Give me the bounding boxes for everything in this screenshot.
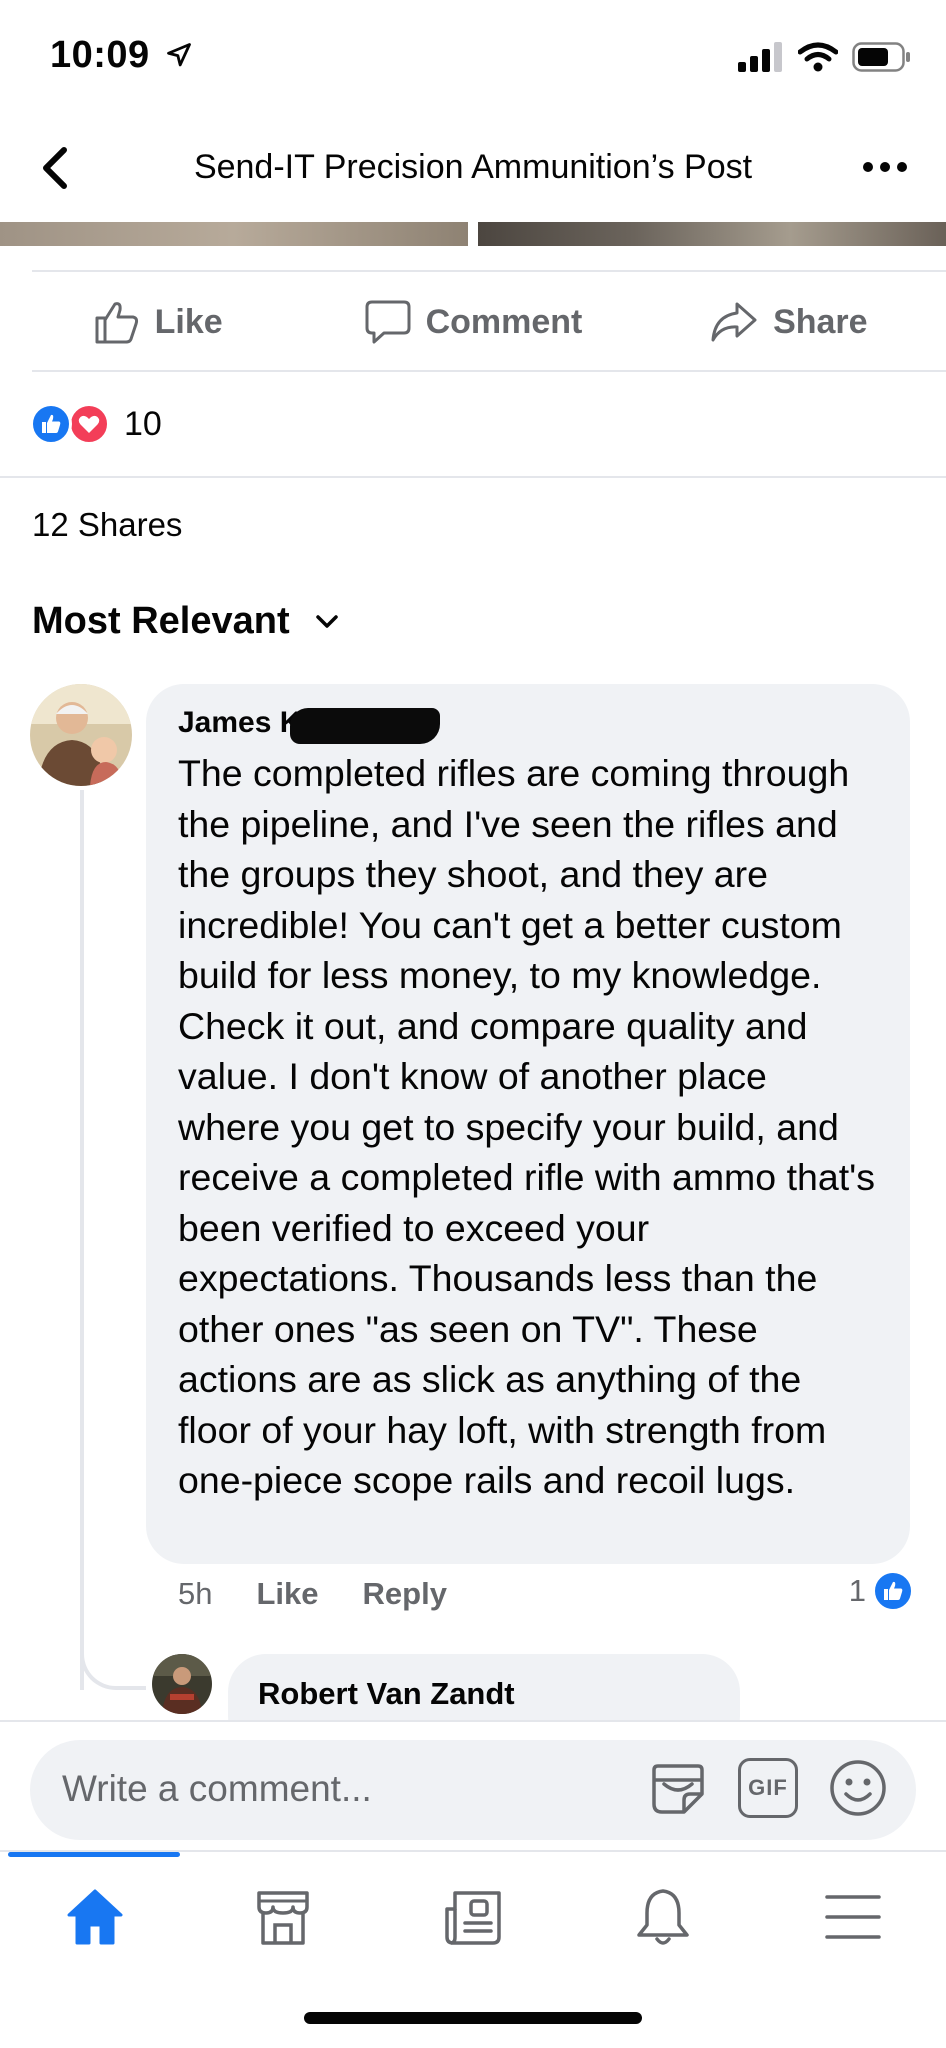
sticker-icon[interactable]: [648, 1758, 708, 1818]
home-indicator: [304, 2012, 642, 2024]
comment-text: The completed rifles are coming through …: [178, 752, 876, 1501]
tab-home[interactable]: [60, 1882, 130, 1952]
post-photos[interactable]: [0, 222, 946, 246]
more-button[interactable]: [860, 142, 910, 192]
reaction-count: 10: [124, 404, 162, 443]
tab-news[interactable]: [438, 1882, 508, 1952]
redaction-mark: [290, 708, 440, 744]
more-horizontal-icon: [863, 162, 907, 172]
divider: [32, 370, 946, 372]
sort-label: Most Relevant: [32, 600, 290, 642]
like-reaction-icon: [872, 1570, 914, 1612]
comment-placeholder: Write a comment...: [62, 1768, 372, 1809]
comment-like-count[interactable]: 1: [849, 1570, 914, 1612]
reactions-summary[interactable]: 10: [30, 400, 162, 448]
gif-icon[interactable]: GIF: [738, 1758, 798, 1818]
thumbs-up-icon: [95, 302, 138, 344]
active-tab-indicator: [8, 1852, 180, 1857]
comment-button[interactable]: Comment: [315, 272, 630, 372]
thread-line: [80, 790, 84, 1690]
news-icon: [445, 1891, 501, 1945]
post-photo[interactable]: [478, 222, 946, 246]
menu-icon: [825, 1895, 881, 1939]
emoji-icon[interactable]: [828, 1758, 888, 1818]
nav-bar: Send-IT Precision Ammunition’s Post: [0, 118, 946, 222]
share-button[interactable]: Share: [631, 272, 946, 372]
like-button[interactable]: Like: [0, 272, 315, 372]
notifications-icon: [637, 1889, 689, 1945]
share-label: Share: [773, 302, 868, 341]
tab-marketplace[interactable]: [248, 1882, 318, 1952]
marketplace-icon: [257, 1891, 309, 1945]
comment-reply-button[interactable]: Reply: [363, 1576, 447, 1612]
wifi-icon: [798, 42, 838, 72]
post-action-bar: Like Comment Share: [0, 272, 946, 372]
status-bar: 10:09: [0, 0, 946, 118]
thread-connector: [80, 1600, 146, 1690]
chevron-down-icon: [315, 614, 338, 628]
battery-icon: [852, 42, 910, 72]
comment-like-button[interactable]: Like: [256, 1576, 318, 1612]
share-arrow-icon: [711, 302, 757, 342]
cellular-signal-icon: [738, 42, 782, 72]
avatar[interactable]: [30, 684, 132, 786]
like-reaction-icon: [30, 403, 72, 445]
comment-sort-dropdown[interactable]: Most Relevant: [32, 600, 340, 643]
comment-label: Comment: [425, 302, 583, 341]
avatar[interactable]: [152, 1654, 212, 1714]
divider: [0, 476, 946, 478]
composer-icons: GIF: [648, 1758, 888, 1818]
home-icon: [67, 1889, 123, 1945]
comment-bubble[interactable]: James K The completed rifles are coming …: [146, 684, 910, 1564]
comment-composer: Write a comment... GIF: [0, 1720, 946, 1850]
comment-input[interactable]: Write a comment... GIF: [30, 1740, 916, 1840]
status-icons: [738, 42, 912, 72]
comment-author[interactable]: James K: [178, 706, 878, 746]
comment-meta: 5h Like Reply: [178, 1576, 447, 1612]
like-label: Like: [154, 302, 223, 341]
post-photo[interactable]: [0, 222, 468, 246]
comment-time: 5h: [178, 1576, 213, 1611]
comment-bubble-icon: [365, 300, 411, 344]
location-arrow-icon: [166, 43, 191, 67]
reply-author[interactable]: Robert Van Zandt: [258, 1676, 710, 1712]
tab-notifications[interactable]: [628, 1882, 698, 1952]
page-title: Send-IT Precision Ammunition’s Post: [193, 148, 753, 186]
shares-count[interactable]: 12 Shares: [32, 506, 182, 544]
love-reaction-icon: [68, 403, 110, 445]
tab-menu[interactable]: [818, 1882, 888, 1952]
status-time: 10:09: [50, 34, 193, 77]
